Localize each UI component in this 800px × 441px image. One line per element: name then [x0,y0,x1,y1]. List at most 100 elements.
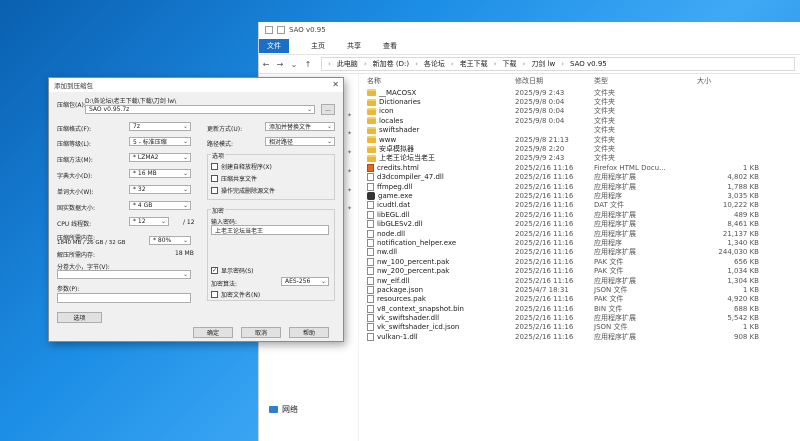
file-icon [367,210,374,219]
file-date: 2025/2/16 11:16 [515,248,574,257]
file-row[interactable]: node.dll 2025/2/16 11:16 应用程序扩展 21,137 KB [359,229,800,238]
shared-checkbox[interactable]: 压缩共享文件 [211,174,257,183]
folder-icon [367,136,376,144]
file-row[interactable]: icon 2025/9/8 0:04 文件夹 [359,107,800,116]
file-row[interactable]: Dictionaries 2025/9/8 0:04 文件夹 [359,97,800,106]
file-name-cell: __MACOSX [359,89,515,97]
file-row[interactable]: vk_swiftshader.dll 2025/2/16 11:16 应用程序扩展 5… [359,313,800,322]
file-name: icudtl.dat [377,201,411,210]
file-name-cell: notification_helper.exe [359,238,515,247]
file-icon [367,304,374,313]
file-icon [367,332,374,341]
tab-view[interactable]: 查看 [383,41,397,51]
file-type: 文件夹 [594,154,615,163]
file-row[interactable]: nw_elf.dll 2025/2/16 11:16 应用程序扩展 1,304 KB [359,276,800,285]
file-row[interactable]: v8_context_snapshot.bin 2025/2/16 11:16 BI… [359,304,800,313]
params-input[interactable] [57,293,191,303]
file-row[interactable]: __MACOSX 2025/9/9 2:43 文件夹 [359,88,800,97]
cancel-button[interactable]: 取消 [241,327,281,338]
browse-button[interactable]: ... [321,104,335,115]
file-name: locales [379,116,404,125]
file-name: libGLESv2.dll [377,220,423,229]
breadcrumb-item[interactable]: 刀剑 lw [531,59,555,69]
file-size: 1,304 KB [727,276,759,285]
column-header-type[interactable]: 类型 [594,76,671,86]
file-name: __MACOSX [379,88,417,97]
properties-icon[interactable] [277,26,285,34]
folder-icon [367,89,376,97]
file-icon [367,323,374,332]
column-header-size[interactable]: 大小 [671,76,759,86]
file-row[interactable]: libGLESv2.dll 2025/2/16 11:16 应用程序扩展 8,461 … [359,219,800,228]
file-type: 应用程序扩展 [594,332,636,341]
split-select[interactable]: ⌄ [57,270,191,279]
show-password-checkbox[interactable]: ✓ 显示密码(S) [211,266,254,275]
archive-name-combo[interactable]: SAO v0.95.7z ⌄ [85,105,315,114]
file-row[interactable]: credits.html 2025/2/16 11:16 Firefox HTML … [359,163,800,172]
file-row[interactable]: locales 2025/9/8 0:04 文件夹 [359,116,800,125]
help-button[interactable]: 帮助 [289,327,329,338]
file-row[interactable]: libEGL.dll 2025/2/16 11:16 应用程序扩展 489 KB [359,210,800,219]
column-header-name[interactable]: 名称 [359,76,515,86]
password-input[interactable]: 上老王论坛当老王 [211,225,329,235]
application-icon [367,191,375,200]
chevron-down-icon[interactable]: ⌄ [287,60,301,69]
quick-access-icon[interactable] [265,26,273,34]
breadcrumb-item[interactable]: SAO v0.95 [570,60,607,68]
file-row[interactable]: vk_swiftshader_icd.json 2025/2/16 11:16 JS… [359,323,800,332]
file-row[interactable]: 安卓模拟器 2025/9/8 2:20 文件夹 [359,144,800,153]
mem-percent-select[interactable]: * 80% ⌄ [149,236,191,245]
enc-method-select[interactable]: AES-256 ⌄ [281,277,329,286]
file-row[interactable]: nw.dll 2025/2/16 11:16 应用程序扩展 244,030 KB [359,248,800,257]
tab-file[interactable]: 文件 [259,39,289,53]
encrypt-names-checkbox[interactable]: 加密文件名(N) [211,290,260,299]
breadcrumb[interactable]: › 此电脑 › 新加卷 (D:) › 各论坛 › 老王下载 › 下载 › 刀剑 lw › S… [321,57,795,71]
file-row[interactable]: swiftshader 文件夹 [359,126,800,135]
tab-share[interactable]: 共享 [347,41,361,51]
pathmode-select[interactable]: 相对路径 ⌄ [265,137,335,146]
close-icon[interactable]: ✕ [332,80,339,89]
file-row[interactable]: nw_200_percent.pak 2025/2/16 11:16 PAK 文件 1… [359,266,800,275]
format-select[interactable]: 7z ⌄ [129,122,191,131]
up-icon[interactable]: ↑ [301,60,315,69]
file-row[interactable]: www 2025/9/8 21:13 文件夹 [359,135,800,144]
pin-icon: ✦ [347,149,353,156]
breadcrumb-item[interactable]: 各论坛 [424,59,445,69]
file-row[interactable]: notification_helper.exe 2025/2/16 11:16 应用… [359,238,800,247]
address-bar-row: ← → ⌄ ↑ › 此电脑 › 新加卷 (D:) › 各论坛 › 老王下载 › 下载 › … [259,54,800,74]
file-row[interactable]: resources.pak 2025/2/16 11:16 PAK 文件 4,920 … [359,295,800,304]
breadcrumb-item[interactable]: 下载 [503,59,517,69]
column-header-date[interactable]: 修改日期 [515,76,594,86]
cpu-select[interactable]: * 12 ⌄ [129,217,169,226]
file-row[interactable]: ffmpeg.dll 2025/2/16 11:16 应用程序扩展 1,788 KB [359,182,800,191]
breadcrumb-item[interactable]: 此电脑 [337,59,358,69]
word-select[interactable]: * 32 ⌄ [129,185,191,194]
nav-item-label: 网络 [282,405,298,414]
update-select[interactable]: 添加并替换文件 ⌄ [265,122,335,131]
ok-button[interactable]: 确定 [193,327,233,338]
file-row[interactable]: nw_100_percent.pak 2025/2/16 11:16 PAK 文件 6… [359,257,800,266]
method-select[interactable]: * LZMA2 ⌄ [129,153,191,162]
back-icon[interactable]: ← [259,60,273,69]
sfx-checkbox[interactable]: 创建自释放程序(X) [211,162,272,171]
file-row[interactable]: vulkan-1.dll 2025/2/16 11:16 应用程序扩展 908 KB [359,332,800,341]
file-row[interactable]: game.exe 2025/2/16 11:16 应用程序 3,035 KB [359,191,800,200]
breadcrumb-item[interactable]: 新加卷 (D:) [373,59,409,69]
level-select[interactable]: 5 - 标准压缩 ⌄ [129,137,191,146]
file-name: notification_helper.exe [377,238,457,247]
file-date: 2025/2/16 11:16 [515,182,574,191]
file-row[interactable]: package.json 2025/4/7 18:31 JSON 文件 1 KB [359,285,800,294]
delete-checkbox[interactable]: 操作完成删除源文件 [211,186,275,195]
file-row[interactable]: d3dcompiler_47.dll 2025/2/16 11:16 应用程序扩展 4… [359,173,800,182]
file-row[interactable]: 上老王论坛当老王 2025/9/9 2:43 文件夹 [359,154,800,163]
word-label: 单词大小(W): [57,189,94,196]
dict-select[interactable]: * 16 MB ⌄ [129,169,191,178]
file-row[interactable]: icudtl.dat 2025/2/16 11:16 DAT 文件 10,222 KB [359,201,800,210]
tab-home[interactable]: 主页 [311,41,325,51]
options-button[interactable]: 选项 [57,312,102,323]
solid-select[interactable]: * 4 GB ⌄ [129,201,191,210]
forward-icon[interactable]: → [273,60,287,69]
nav-item-network[interactable]: 网络 [269,404,298,415]
solid-value: * 4 GB [133,202,153,209]
breadcrumb-item[interactable]: 老王下载 [460,59,488,69]
